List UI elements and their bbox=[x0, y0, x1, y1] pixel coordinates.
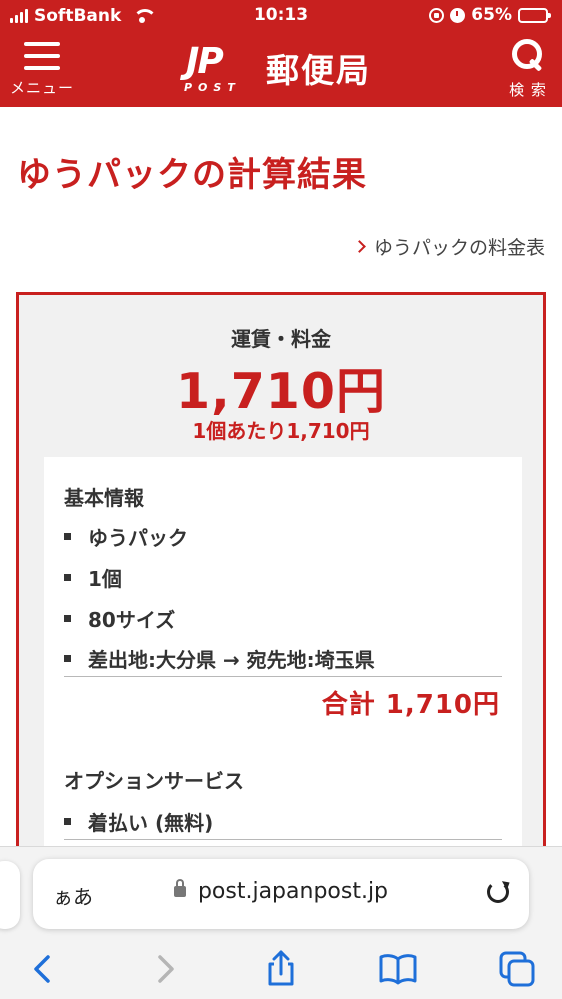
browser-bottom-bar: ぁあ post.japanpost.jp bbox=[0, 846, 562, 999]
list-item: 差出地:大分県 → 宛先地:埼玉県 bbox=[64, 644, 375, 673]
japanpost-logo[interactable]: JP POST 郵便局 bbox=[182, 41, 371, 95]
top-bar: SoftBank 10:13 65% メニュー JP POST 郵便局 検 索 bbox=[0, 0, 562, 107]
previous-tab-preview[interactable] bbox=[0, 861, 20, 929]
reload-icon[interactable] bbox=[487, 881, 509, 903]
option-services-title: オプションサービス bbox=[64, 769, 244, 793]
brand-name: 郵便局 bbox=[266, 51, 371, 90]
result-box: 運賃・料金 1,710円 1個あたり1,710円 基本情報 ゆうパック 1個 8… bbox=[16, 292, 546, 897]
menu-button[interactable]: メニュー bbox=[6, 38, 78, 102]
rate-table-link[interactable]: ゆうパックの料金表 bbox=[353, 233, 545, 260]
status-bar: SoftBank 10:13 65% bbox=[0, 0, 562, 32]
details-card: 基本情報 ゆうパック 1個 80サイズ 差出地:大分県 → 宛先地:埼玉県 合計… bbox=[44, 457, 522, 897]
fee-label: 運賃・料金 bbox=[231, 327, 331, 351]
bullet-icon bbox=[64, 615, 71, 622]
logo-post-text: POST bbox=[184, 81, 241, 94]
menu-label: メニュー bbox=[9, 79, 74, 97]
forward-button[interactable] bbox=[142, 947, 186, 991]
alarm-icon bbox=[450, 7, 466, 23]
search-button[interactable]: 検 索 bbox=[500, 38, 556, 102]
bullet-icon bbox=[64, 574, 71, 581]
fee-amount: 1,710円 bbox=[176, 363, 386, 420]
book-icon bbox=[379, 954, 417, 985]
chevron-left-icon bbox=[34, 955, 50, 983]
bullet-icon bbox=[64, 655, 71, 662]
battery-percent: 65% bbox=[471, 5, 512, 25]
total-amount: 合計 1,710円 bbox=[321, 690, 500, 720]
url-display[interactable]: post.japanpost.jp bbox=[33, 879, 529, 904]
address-bar[interactable]: ぁあ post.japanpost.jp bbox=[33, 859, 529, 929]
bookmarks-button[interactable] bbox=[376, 947, 420, 991]
rate-table-link-label: ゆうパックの料金表 bbox=[373, 237, 545, 259]
status-right: 65% bbox=[429, 5, 551, 25]
battery-icon bbox=[518, 7, 551, 23]
bullet-icon bbox=[64, 818, 71, 825]
basic-info-route: 差出地:大分県 → 宛先地:埼玉県 bbox=[88, 648, 375, 672]
list-item: 1個 bbox=[64, 563, 122, 592]
basic-info-count: 1個 bbox=[88, 567, 122, 591]
browser-toolbar bbox=[0, 939, 562, 999]
chevron-right-icon bbox=[158, 955, 174, 983]
list-item: ゆうパック bbox=[64, 522, 188, 551]
jp-post-mark: JP POST bbox=[182, 41, 248, 95]
orientation-lock-icon bbox=[429, 7, 445, 23]
back-button[interactable] bbox=[22, 947, 66, 991]
page-title: ゆうパックの計算結果 bbox=[17, 155, 367, 195]
search-label: 検 索 bbox=[509, 81, 547, 99]
list-item: 着払い (無料) bbox=[64, 807, 213, 836]
site-header: メニュー JP POST 郵便局 検 索 bbox=[0, 32, 562, 107]
lock-icon bbox=[173, 879, 186, 897]
url-text: post.japanpost.jp bbox=[197, 879, 389, 904]
search-icon bbox=[511, 38, 545, 72]
basic-info-title: 基本情報 bbox=[64, 486, 144, 510]
list-item: 80サイズ bbox=[64, 604, 175, 633]
share-button[interactable] bbox=[259, 947, 303, 991]
divider bbox=[64, 676, 502, 677]
tabs-button[interactable] bbox=[495, 947, 539, 991]
basic-info-service: ゆうパック bbox=[88, 526, 188, 550]
bullet-icon bbox=[64, 533, 71, 540]
logo-jp-text: JP bbox=[186, 41, 224, 82]
share-icon bbox=[268, 950, 294, 986]
divider bbox=[64, 839, 502, 840]
fee-per-item: 1個あたり1,710円 bbox=[192, 419, 370, 443]
option-cod: 着払い (無料) bbox=[88, 811, 214, 835]
tabs-icon bbox=[499, 951, 535, 987]
chevron-right-icon bbox=[353, 240, 366, 253]
basic-info-size: 80サイズ bbox=[88, 608, 176, 632]
hamburger-icon bbox=[24, 42, 60, 70]
